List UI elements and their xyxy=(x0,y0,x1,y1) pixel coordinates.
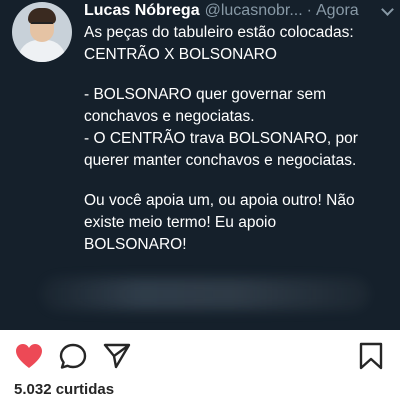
tweet-line: Ou você apoia um, ou apoia outro! Não xyxy=(84,192,355,209)
post-image[interactable]: Lucas Nóbrega @lucasnobr... · Agora As p… xyxy=(0,0,400,330)
tweet-line: CENTRÃO X BOLSONARO xyxy=(84,46,277,63)
display-name: Lucas Nóbrega xyxy=(84,2,200,19)
tweet-line: BOLSONARO! xyxy=(84,236,187,253)
avatar-glasses xyxy=(31,22,53,27)
tweet-line: - BOLSONARO quer governar sem xyxy=(84,86,327,103)
likes-count[interactable]: 5.032 curtidas xyxy=(14,381,114,398)
blurred-content xyxy=(40,278,370,310)
handle: @lucasnobr... xyxy=(204,2,303,19)
tweet-text: As peças do tabuleiro estão colocadas: C… xyxy=(84,22,394,256)
comment-icon[interactable] xyxy=(58,342,88,370)
timestamp: Agora xyxy=(316,2,359,19)
share-icon[interactable] xyxy=(102,342,132,370)
tweet-line: querer manter conchavos e negociatas. xyxy=(84,152,357,169)
heart-icon[interactable] xyxy=(14,342,44,370)
bookmark-icon[interactable] xyxy=(356,342,386,370)
separator-dot: · xyxy=(306,2,312,19)
tweet-line: As peças do tabuleiro estão colocadas: xyxy=(84,24,354,41)
avatar xyxy=(12,2,72,62)
tweet-line: conchavos e negociatas. xyxy=(84,108,255,125)
tweet-line: existe meio termo! Eu apoio xyxy=(84,214,277,231)
tweet-line: - O CENTRÃO trava BOLSONARO, por xyxy=(84,130,358,147)
tweet-header: Lucas Nóbrega @lucasnobr... · Agora xyxy=(84,0,394,22)
action-bar xyxy=(0,330,400,380)
avatar-shirt xyxy=(18,40,66,62)
